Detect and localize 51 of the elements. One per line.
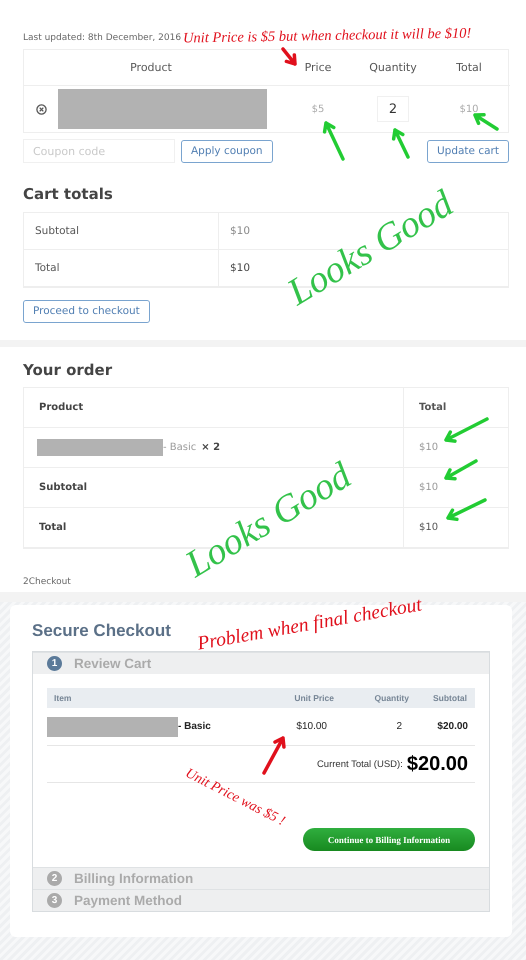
quantity-text: 2 <box>395 721 402 732</box>
total-text: $10 <box>459 104 479 114</box>
total-amount: $20.00 <box>406 752 468 776</box>
continue-button[interactable]: Continue to Billing Information <box>303 828 475 851</box>
step-number: 2 <box>47 871 62 886</box>
apply-coupon-button[interactable]: Apply coupon <box>181 140 273 162</box>
annotation-text: Unit Price was $5 ! <box>182 766 288 830</box>
quantity-field[interactable]: 2 <box>377 96 409 122</box>
quantity-text: × 2 <box>201 442 220 453</box>
variant-text: - Basic <box>163 442 196 453</box>
totals-label: Subtotal <box>24 213 218 250</box>
column-header: Unit Price <box>293 693 334 703</box>
totals-label: Total <box>24 250 218 287</box>
step-number: 1 <box>47 656 62 671</box>
total-text: $10 <box>419 442 438 453</box>
step-header[interactable]: 3 Payment Method <box>33 889 489 911</box>
column-header: Product <box>24 388 403 428</box>
annotation-text: Looks Good <box>280 182 461 314</box>
annotation-text: Unit Price is $5 but when checkout it will be $10! <box>182 25 472 48</box>
checkout-title: Secure Checkout <box>32 621 171 641</box>
proceed-to-checkout-button[interactable]: Proceed to checkout <box>23 300 150 322</box>
section-heading: Your order <box>23 361 114 379</box>
unit-price-text: $10.00 <box>295 721 327 732</box>
column-header: Total <box>403 388 508 428</box>
step-label: Review Cart <box>74 656 152 671</box>
total-text: $10 <box>419 522 438 533</box>
last-updated-text: Last updated: 8th December, 2016 <box>23 33 182 43</box>
column-header: Item <box>54 693 72 703</box>
annotation-text: Looks Good <box>178 454 359 586</box>
step-label: Billing Information <box>74 871 194 886</box>
step-number: 3 <box>47 893 62 908</box>
column-header: Product <box>24 50 278 86</box>
subtotal-text: $20.00 <box>436 721 469 732</box>
step-header[interactable]: 1 Review Cart <box>33 652 489 674</box>
payment-method-text: 2Checkout <box>23 577 71 587</box>
remove-icon[interactable] <box>36 104 46 114</box>
variant-text: - Basic <box>178 721 211 732</box>
step-label: Payment Method <box>74 893 182 908</box>
column-header: Price <box>278 50 358 86</box>
summary-label: Total <box>39 522 66 533</box>
price-text: $5 <box>312 104 324 114</box>
column-header: Quantity <box>374 693 409 703</box>
column-header: Quantity <box>358 50 428 86</box>
total-label: Current Total (USD): <box>316 758 403 770</box>
update-cart-button[interactable]: Update cart <box>426 140 509 162</box>
column-header: Subtotal <box>432 693 467 703</box>
step-header[interactable]: 2 Billing Information <box>33 867 489 889</box>
total-text: $10 <box>419 482 438 493</box>
section-heading: Cart totals <box>23 185 114 203</box>
column-header: Total <box>428 50 510 86</box>
summary-label: Subtotal <box>39 482 88 493</box>
